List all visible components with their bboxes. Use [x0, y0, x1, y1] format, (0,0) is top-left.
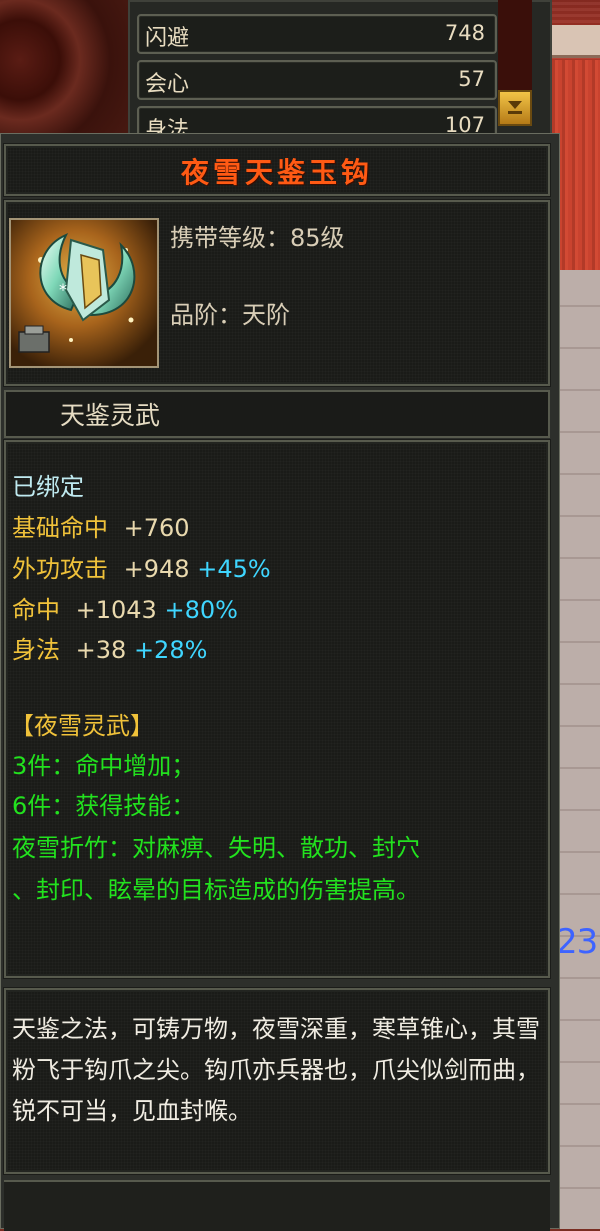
attribute-label: 命中: [12, 596, 60, 624]
hook-weapon-icon: *: [11, 220, 157, 366]
item-name: 夜雪天鉴玉钩: [180, 156, 373, 189]
set-bonus-3: 3件：命中增加；: [12, 752, 196, 780]
scene-beam: [548, 25, 600, 58]
item-title-box: 夜雪天鉴玉钩: [4, 144, 550, 196]
attribute-base: +1043: [75, 596, 157, 624]
attribute-row: 身法 +38 +28%: [12, 630, 207, 665]
stat-value: 748: [444, 21, 485, 45]
chevron-down-icon: [508, 101, 522, 114]
attribute-base: +760: [123, 514, 190, 542]
stats-scroll-track[interactable]: [498, 0, 532, 100]
item-grade: 品阶：天阶: [170, 301, 290, 329]
bound-status: 已绑定: [12, 473, 84, 501]
attribute-label: 身法: [12, 636, 60, 664]
attribute-row: 外功攻击 +948 +45%: [12, 549, 271, 584]
tooltip-bottom-strip: [4, 1180, 550, 1231]
set-name: 【夜雪灵武】: [10, 712, 154, 740]
attribute-row: 命中 +1043 +80%: [12, 590, 238, 625]
attribute-row: 基础命中 +760: [12, 508, 190, 543]
attribute-base: +948: [123, 555, 190, 583]
stat-value: 57: [458, 67, 485, 91]
attribute-bonus: +28%: [133, 636, 208, 664]
svg-text:*: *: [59, 280, 67, 299]
attribute-label: 外功攻击: [12, 555, 108, 583]
partial-number: 23: [556, 922, 598, 962]
set-skill-line-2: 、封印、眩晕的目标造成的伤害提高。: [12, 876, 420, 904]
carry-level: 携带等级：85级: [170, 224, 345, 252]
stat-row-dodge: 闪避 748: [137, 14, 497, 54]
stat-label: 闪避: [145, 26, 190, 51]
attribute-bonus: +45%: [197, 555, 271, 583]
attribute-label: 基础命中: [12, 514, 108, 542]
stat-label: 会心: [145, 72, 190, 97]
attribute-base: +38: [75, 636, 127, 664]
scene-background-left: [0, 0, 140, 140]
item-category: 天鉴灵武: [60, 401, 161, 430]
item-description: 天鉴之法，可铸万物，夜雪深重，寒草锥心，其雪粉飞于钩爪之尖。钩爪亦兵器也，爪尖似…: [12, 1015, 540, 1125]
set-skill-line-1: 夜雪折竹：对麻痹、失明、散功、封穴: [12, 834, 420, 862]
scroll-down-button[interactable]: [498, 90, 532, 126]
stat-row-crit: 会心 57: [137, 60, 497, 100]
set-bonus-6: 6件：获得技能：: [12, 792, 196, 820]
item-icon: *: [9, 218, 159, 368]
attribute-bonus: +80%: [164, 596, 238, 624]
